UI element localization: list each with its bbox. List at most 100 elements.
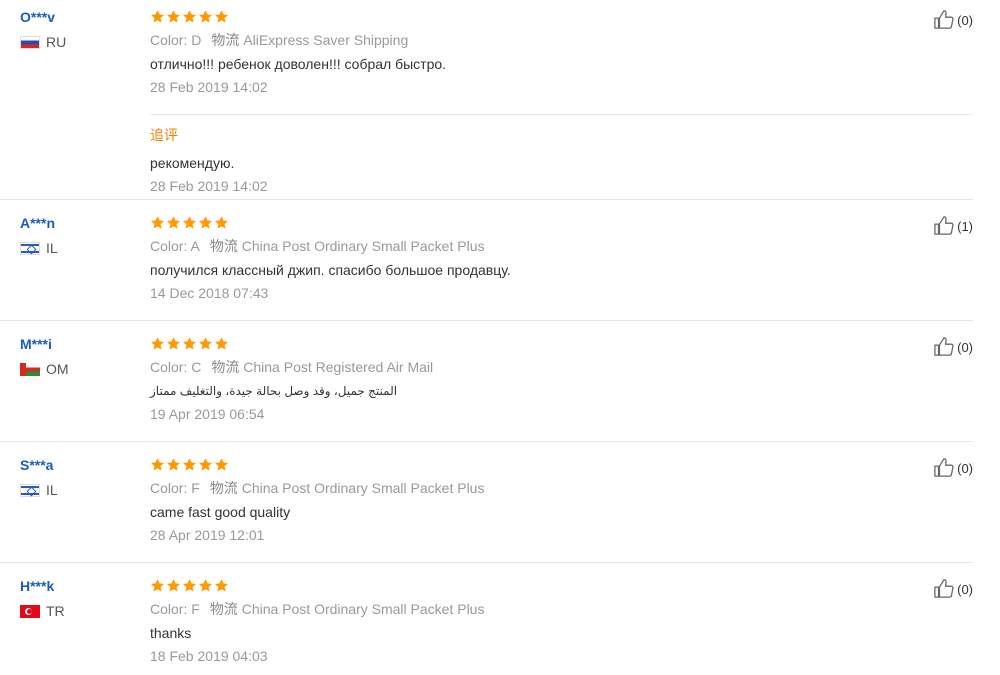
star-icon xyxy=(215,336,228,349)
star-icon xyxy=(151,336,164,349)
thumbs-up-icon xyxy=(933,215,957,238)
review-date: 18 Feb 2019 04:03 xyxy=(150,648,268,664)
color-value: C xyxy=(191,359,202,375)
review-meta: Color: F 物流 China Post Ordinary Small Pac… xyxy=(150,478,970,498)
country-code: IL xyxy=(46,240,58,256)
star-icon xyxy=(215,9,228,22)
reviewer-info: A***n IL xyxy=(20,214,130,256)
star-icon xyxy=(183,578,196,591)
rating-stars xyxy=(150,335,970,351)
shipping-value: China Post Ordinary Small Packet Plus xyxy=(241,601,485,617)
review-text: thanks xyxy=(150,625,192,641)
flag-tr-icon xyxy=(20,604,40,618)
rating-stars xyxy=(150,8,970,24)
flag-ru-icon xyxy=(20,35,40,49)
review-item: S***a IL Color: F 物流 China Post Ordinary … xyxy=(0,442,973,563)
like-button[interactable]: (0) xyxy=(933,9,973,32)
like-count: (0) xyxy=(957,13,973,28)
review-meta: Color: A 物流 China Post Ordinary Small Pac… xyxy=(150,236,970,256)
shipping-label: 物流 xyxy=(211,32,240,48)
review-item: H***k TR Color: F 物流 China Post Ordinary … xyxy=(0,563,973,675)
country-code: OM xyxy=(46,361,69,377)
reviewer-name[interactable]: M***i xyxy=(20,335,130,353)
shipping-value: China Post Ordinary Small Packet Plus xyxy=(241,480,485,496)
review-item: M***i OM Color: C 物流 China Post Registere… xyxy=(0,321,973,442)
review-content: Color: F 物流 China Post Ordinary Small Pac… xyxy=(150,577,970,666)
color-value: F xyxy=(191,480,200,496)
country-code: TR xyxy=(46,603,65,619)
followup-divider xyxy=(150,114,972,115)
thumbs-up-icon xyxy=(933,578,957,601)
review-content: Color: D 物流 AliExpress Saver Shipping отл… xyxy=(150,8,972,196)
review-item: A***n IL Color: A 物流 China Post Ordinary … xyxy=(0,200,973,321)
reviewer-country: IL xyxy=(20,240,130,256)
star-icon xyxy=(199,9,212,22)
reviewer-country: TR xyxy=(20,603,130,619)
country-code: IL xyxy=(46,482,58,498)
reviewer-name[interactable]: A***n xyxy=(20,214,130,232)
review-content: Color: C 物流 China Post Registered Air Mai… xyxy=(150,335,970,424)
color-label: Color: xyxy=(150,238,188,254)
reviewer-name[interactable]: H***k xyxy=(20,577,130,595)
star-icon xyxy=(151,457,164,470)
like-count: (0) xyxy=(957,461,973,476)
like-count: (0) xyxy=(957,340,973,355)
star-icon xyxy=(167,457,180,470)
review-item: O***v RU Color: D 物流 AliExpress Saver Shi… xyxy=(0,0,973,200)
review-text: came fast good quality xyxy=(150,504,291,520)
star-icon xyxy=(183,457,196,470)
reviewer-country: OM xyxy=(20,361,130,377)
color-label: Color: xyxy=(150,359,188,375)
review-text: المنتج جميل، وقد وصل بحالة جيدة، والتغلي… xyxy=(150,384,398,398)
review-date: 28 Feb 2019 14:02 xyxy=(150,79,268,95)
like-button[interactable]: (1) xyxy=(933,215,973,238)
thumbs-up-icon xyxy=(933,336,957,359)
star-icon xyxy=(183,336,196,349)
review-meta: Color: C 物流 China Post Registered Air Mai… xyxy=(150,357,970,377)
review-date: 28 Apr 2019 12:01 xyxy=(150,527,265,543)
flag-il-icon xyxy=(20,241,40,255)
color-value: A xyxy=(190,238,200,254)
shipping-label: 物流 xyxy=(211,359,240,375)
like-count: (0) xyxy=(957,582,973,597)
star-icon xyxy=(199,215,212,228)
color-value: D xyxy=(191,32,202,48)
star-icon xyxy=(167,336,180,349)
rating-stars xyxy=(150,456,970,472)
country-code: RU xyxy=(46,34,67,50)
star-icon xyxy=(215,215,228,228)
reviewer-name[interactable]: S***a xyxy=(20,456,130,474)
like-button[interactable]: (0) xyxy=(933,578,973,601)
star-icon xyxy=(183,215,196,228)
shipping-value: China Post Registered Air Mail xyxy=(243,359,434,375)
shipping-label: 物流 xyxy=(209,480,238,496)
star-icon xyxy=(215,578,228,591)
review-text: отлично!!! ребенок доволен!!! собрал быс… xyxy=(150,56,447,72)
star-icon xyxy=(199,336,212,349)
review-meta: Color: D 物流 AliExpress Saver Shipping xyxy=(150,30,970,50)
star-icon xyxy=(151,9,164,22)
reviewer-name[interactable]: O***v xyxy=(20,8,130,26)
followup-text: рекомендую. xyxy=(150,155,235,171)
rating-stars xyxy=(150,214,970,230)
followup-date: 28 Feb 2019 14:02 xyxy=(150,178,268,194)
star-icon xyxy=(151,215,164,228)
review-text: получился классный джип. спасибо большое… xyxy=(150,262,511,278)
review-date: 14 Dec 2018 07:43 xyxy=(150,285,269,301)
reviewer-info: H***k TR xyxy=(20,577,130,619)
thumbs-up-icon xyxy=(933,9,957,32)
review-meta: Color: F 物流 China Post Ordinary Small Pac… xyxy=(150,599,970,619)
shipping-value: AliExpress Saver Shipping xyxy=(243,32,409,48)
star-icon xyxy=(199,457,212,470)
flag-il-icon xyxy=(20,483,40,497)
review-content: Color: F 物流 China Post Ordinary Small Pac… xyxy=(150,456,970,545)
like-button[interactable]: (0) xyxy=(933,336,973,359)
review-content: Color: A 物流 China Post Ordinary Small Pac… xyxy=(150,214,970,303)
color-label: Color: xyxy=(150,601,188,617)
review-date: 19 Apr 2019 06:54 xyxy=(150,406,265,422)
star-icon xyxy=(167,578,180,591)
like-button[interactable]: (0) xyxy=(933,457,973,480)
shipping-label: 物流 xyxy=(209,238,238,254)
reviewer-country: IL xyxy=(20,482,130,498)
thumbs-up-icon xyxy=(933,457,957,480)
